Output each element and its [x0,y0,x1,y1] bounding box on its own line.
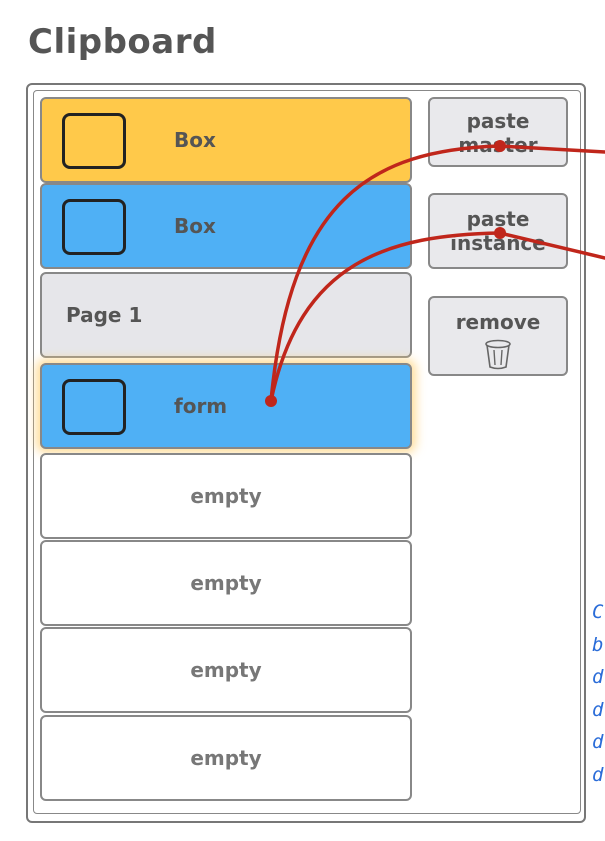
connector-dot [265,395,277,407]
note-line: C [592,601,604,623]
note-line: b [592,633,604,656]
side-note: C b d d d d [592,596,605,791]
note-line: d [592,698,604,721]
connector-dot [494,227,506,239]
note-line: d [592,666,604,688]
connector-dot [494,140,506,152]
note-line: d [592,731,604,753]
note-line: d [592,763,604,786]
connection-wires [265,140,605,407]
